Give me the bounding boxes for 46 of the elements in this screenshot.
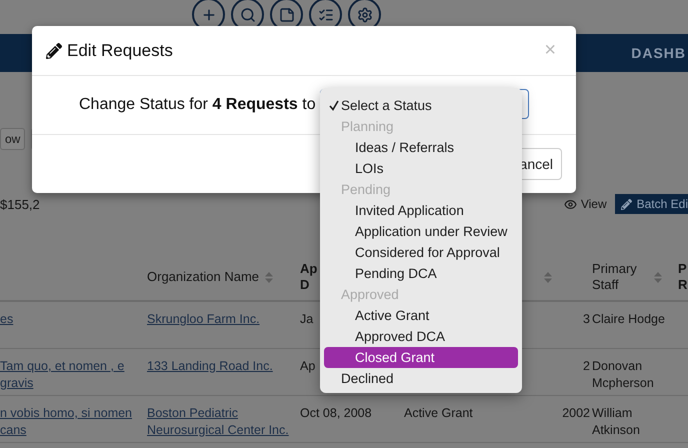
table-link[interactable]: Boston Pediatric Neurosurgical Center Inc.	[147, 405, 298, 439]
table-cell-text: 2002	[561, 405, 590, 422]
table-link[interactable]: es	[0, 311, 14, 328]
column-header: Ap D	[300, 261, 318, 293]
table-cell-text: Donovan Mcpherson	[592, 358, 655, 392]
sort-icon[interactable]	[544, 272, 552, 282]
view-button[interactable]: View	[564, 197, 607, 211]
option-group-label: Pending	[340, 181, 392, 199]
dialog-title: Edit Requests	[67, 40, 174, 60]
table-cell: Ap	[300, 358, 316, 375]
eye-icon	[564, 198, 577, 210]
table-link[interactable]: Tam quo, et nomen , e gravis	[0, 358, 145, 392]
sort-icon[interactable]	[654, 272, 662, 282]
table-cell-text: 2	[582, 358, 590, 375]
nav-link[interactable]: DASHB	[631, 45, 686, 61]
column-header: Primary Staff	[592, 261, 638, 293]
check-icon	[329, 100, 339, 111]
status-option[interactable]: Active Grant	[324, 305, 518, 326]
table-cell: Ja	[300, 311, 314, 328]
status-option[interactable]: Select a Status	[324, 95, 518, 116]
table-link[interactable]: 133 Landing Road Inc.	[147, 358, 273, 375]
table-link[interactable]: Skrungloo Farm Inc.	[147, 311, 260, 328]
toolbar-button[interactable]: ow	[0, 128, 26, 150]
status-option[interactable]: Declined	[324, 368, 518, 389]
pencil-icon	[46, 42, 62, 58]
status-option[interactable]: Invited Application	[324, 200, 518, 221]
status-option[interactable]: Approved DCA	[324, 326, 518, 347]
status-option[interactable]: Closed Grant	[324, 347, 518, 368]
status-option[interactable]: Pending DCA	[324, 263, 518, 284]
status-option[interactable]: Considered for Approval	[324, 242, 518, 263]
table-cell: Claire Hodge	[592, 311, 665, 328]
status-option[interactable]: Application under Review	[324, 221, 518, 242]
column-header: Organization Name	[147, 269, 259, 285]
option-group-label: Approved	[340, 286, 400, 304]
batch-edit-button[interactable]: Batch Edi	[614, 194, 688, 214]
pencil-icon	[620, 198, 632, 210]
table-cell-text: William Atkinson	[592, 405, 641, 439]
table-link[interactable]: n vobis homo, si nomen cans	[0, 405, 145, 439]
status-prompt: Change Status for 4 Requests to	[79, 96, 316, 114]
table-cell-text: 3	[582, 311, 590, 328]
table-cell: Oct 08, 2008	[300, 405, 372, 422]
total-amount: $155,2	[0, 196, 40, 212]
table-cell: Active Grant	[404, 405, 473, 422]
sort-icon[interactable]	[265, 272, 273, 282]
option-group-label: Planning	[340, 118, 395, 136]
column-header: P R	[678, 261, 688, 293]
